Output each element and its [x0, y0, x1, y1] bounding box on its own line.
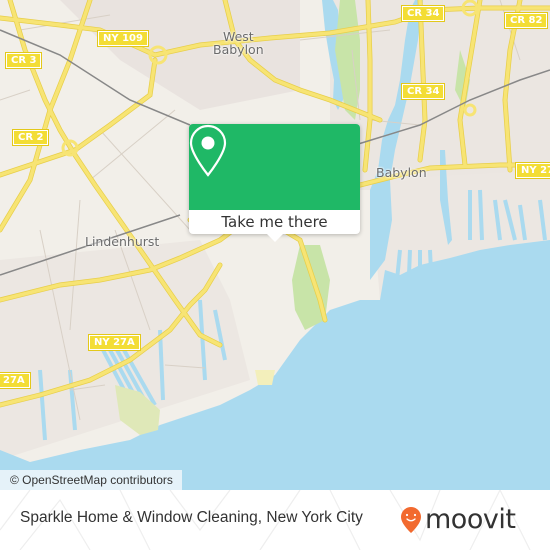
road-shield-ny-109: NY 109	[97, 30, 149, 47]
popup-header	[189, 124, 360, 210]
place-label-lindenhurst: Lindenhurst	[85, 234, 160, 249]
road-shield-cr-2: CR 2	[11, 129, 50, 146]
popup-tail	[266, 233, 284, 242]
moovit-pin-icon	[401, 507, 421, 533]
road-shield-cr-34: CR 34	[400, 5, 446, 22]
map-attribution[interactable]: © OpenStreetMap contributors	[0, 470, 182, 490]
take-me-there-button[interactable]: Take me there	[189, 210, 360, 234]
road-shield-27a: 27A	[0, 372, 31, 389]
location-pin-icon	[189, 124, 227, 177]
map-canvas	[0, 0, 550, 490]
place-label-babylon: Babylon	[376, 165, 427, 180]
place-name: Sparkle Home & Window Cleaning, New York…	[20, 509, 363, 526]
place-label-west-babylon: West Babylon	[213, 29, 264, 57]
residential-area	[60, 0, 300, 110]
moovit-logo[interactable]: moovit	[400, 500, 516, 540]
road-shield-cr-82: CR 82	[503, 12, 549, 29]
road-shield-ny-27: NY 27	[514, 162, 550, 179]
road-shield-cr-3: CR 3	[4, 52, 43, 69]
footer: Sparkle Home & Window Cleaning, New York…	[0, 490, 550, 550]
map-view[interactable]: NY 109 CR 3 CR 2 CR 34 CR 82 CR 34 NY 27…	[0, 0, 550, 490]
location-popup[interactable]: Take me there	[189, 124, 360, 242]
brand-name: moovit	[425, 504, 516, 535]
beach	[255, 370, 275, 385]
road-shield-cr-34: CR 34	[400, 83, 446, 100]
road-shield-ny-27a: NY 27A	[88, 334, 141, 351]
